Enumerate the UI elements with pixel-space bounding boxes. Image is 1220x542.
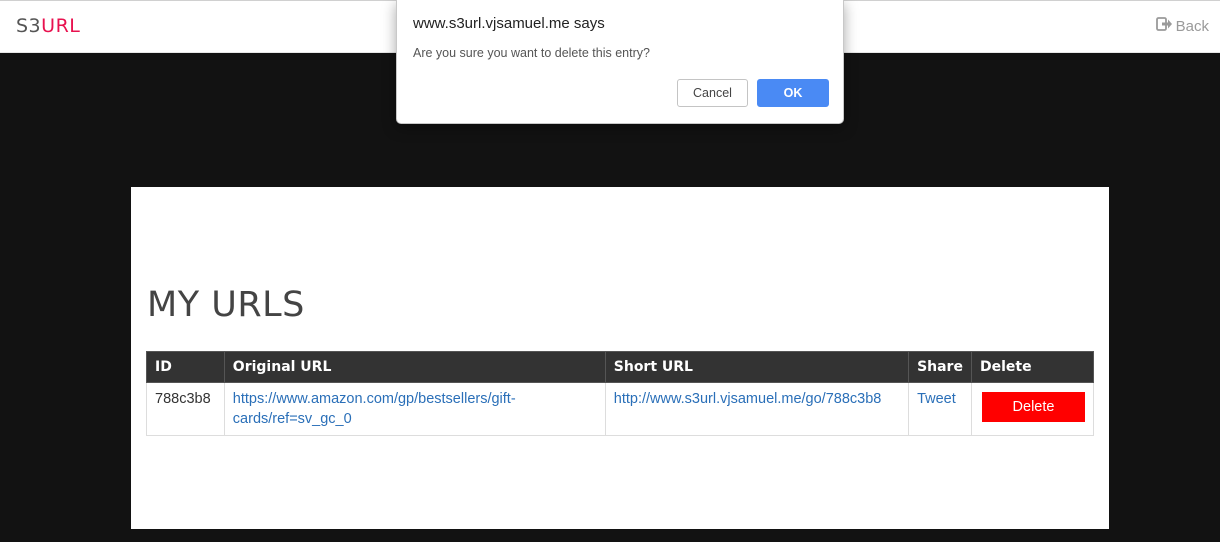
delete-button[interactable]: Delete: [982, 392, 1085, 422]
dialog-title: www.s3url.vjsamuel.me says: [413, 15, 605, 32]
page-title: MY URLS: [147, 285, 305, 325]
sign-out-icon: [1155, 17, 1172, 35]
dialog-message: Are you sure you want to delete this ent…: [413, 46, 650, 60]
cell-original-url: https://www.amazon.com/gp/bestsellers/gi…: [223, 382, 606, 436]
urls-table: ID Original URL Short URL Share Delete 7…: [146, 351, 1094, 436]
brand-logo[interactable]: S3URL: [16, 15, 80, 37]
brand-suffix: URL: [41, 15, 81, 37]
header-share: Share: [908, 351, 972, 383]
confirm-dialog: www.s3url.vjsamuel.me says Are you sure …: [396, 0, 844, 124]
table-row: 788c3b8 https://www.amazon.com/gp/bestse…: [146, 382, 1094, 436]
back-link[interactable]: Back: [1155, 17, 1209, 35]
tweet-link[interactable]: Tweet: [917, 391, 956, 407]
header-original-url: Original URL: [223, 351, 606, 383]
brand-prefix: S3: [16, 15, 42, 37]
header-short-url: Short URL: [604, 351, 910, 383]
header-delete: Delete: [971, 351, 1094, 383]
cell-short-url: http://www.s3url.vjsamuel.me/go/788c3b8: [604, 382, 910, 436]
ok-button[interactable]: OK: [757, 79, 829, 107]
short-url-link[interactable]: http://www.s3url.vjsamuel.me/go/788c3b8: [614, 391, 882, 407]
cell-id: 788c3b8: [146, 382, 225, 436]
header-id: ID: [146, 351, 225, 383]
cancel-button[interactable]: Cancel: [677, 79, 748, 107]
original-url-link[interactable]: https://www.amazon.com/gp/bestsellers/gi…: [233, 391, 516, 427]
cell-delete: Delete: [971, 382, 1094, 436]
back-label: Back: [1175, 17, 1209, 35]
table-header-row: ID Original URL Short URL Share Delete: [146, 351, 1094, 383]
cell-share: Tweet: [908, 382, 972, 436]
main-panel: MY URLS ID Original URL Short URL Share …: [131, 187, 1109, 529]
